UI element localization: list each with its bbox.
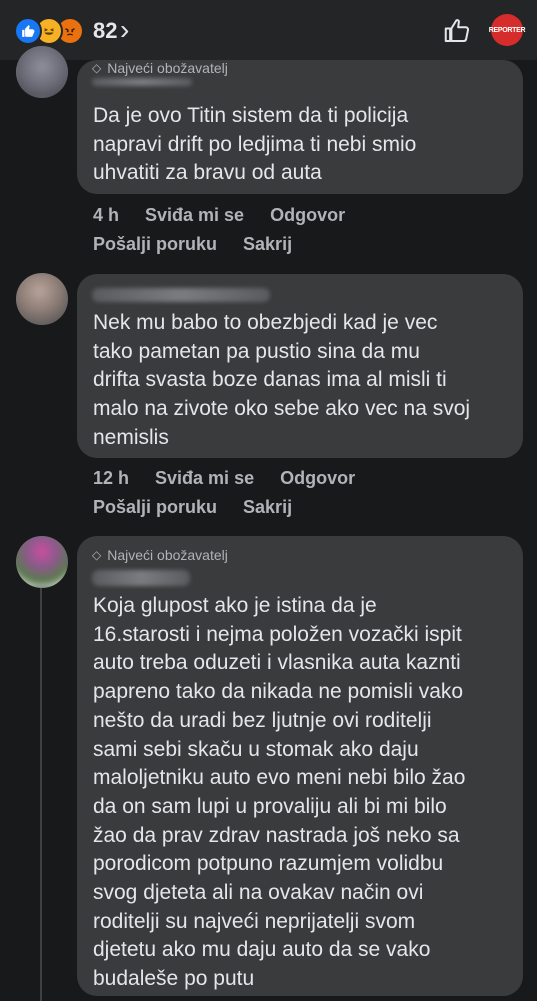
send-message-link[interactable]: Pošalji poruku <box>93 497 217 518</box>
diamond-icon: ◇ <box>92 61 102 75</box>
reactions-summary[interactable]: 82 <box>14 17 117 45</box>
chevron-right-icon[interactable]: › <box>120 16 129 44</box>
reply-link[interactable]: Odgovor <box>270 205 345 226</box>
reply-thread-line <box>40 587 42 1001</box>
top-fan-badge: ◇ Najveći obožavatelj <box>92 547 228 563</box>
avatar[interactable] <box>16 536 68 588</box>
send-message-link[interactable]: Pošalji poruku <box>93 234 217 255</box>
reaction-count: 82 <box>93 18 118 43</box>
thumbs-up-icon <box>444 19 470 42</box>
reactions-header: 82 › REPORTER <box>0 0 537 60</box>
author-name-redacted[interactable] <box>92 570 190 586</box>
avatar[interactable] <box>16 46 68 98</box>
like-button[interactable] <box>442 16 472 46</box>
like-reaction-icon <box>14 17 42 45</box>
comment-time[interactable]: 4 h <box>93 205 119 226</box>
comment-actions: 12 h Sviđa mi se Odgovor <box>93 468 355 489</box>
like-link[interactable]: Sviđa mi se <box>145 205 244 226</box>
page-logo[interactable]: REPORTER <box>489 14 526 46</box>
diamond-icon: ◇ <box>92 548 102 562</box>
comment-text: Koja glupost ako je istina da je 16.star… <box>93 594 466 991</box>
top-fan-badge: ◇ Najveći obožavatelj <box>92 60 228 76</box>
comment-actions-secondary: Pošalji poruku Sakrij <box>93 497 292 518</box>
hide-link[interactable]: Sakrij <box>243 234 292 255</box>
comment-text: Nek mu babo to obezbjedi kad je vec tako… <box>93 311 471 449</box>
comment-time[interactable]: 12 h <box>93 468 129 489</box>
hide-link[interactable]: Sakrij <box>243 497 292 518</box>
avatar[interactable] <box>16 273 68 325</box>
like-link[interactable]: Sviđa mi se <box>155 468 254 489</box>
author-name-redacted[interactable] <box>92 288 270 302</box>
comment-text: Da je ovo Titin sistem da ti policija na… <box>93 104 417 185</box>
author-name-redacted[interactable] <box>92 78 192 86</box>
comment-actions-secondary: Pošalji poruku Sakrij <box>93 234 292 255</box>
comment-actions: 4 h Sviđa mi se Odgovor <box>93 205 345 226</box>
reply-link[interactable]: Odgovor <box>280 468 355 489</box>
